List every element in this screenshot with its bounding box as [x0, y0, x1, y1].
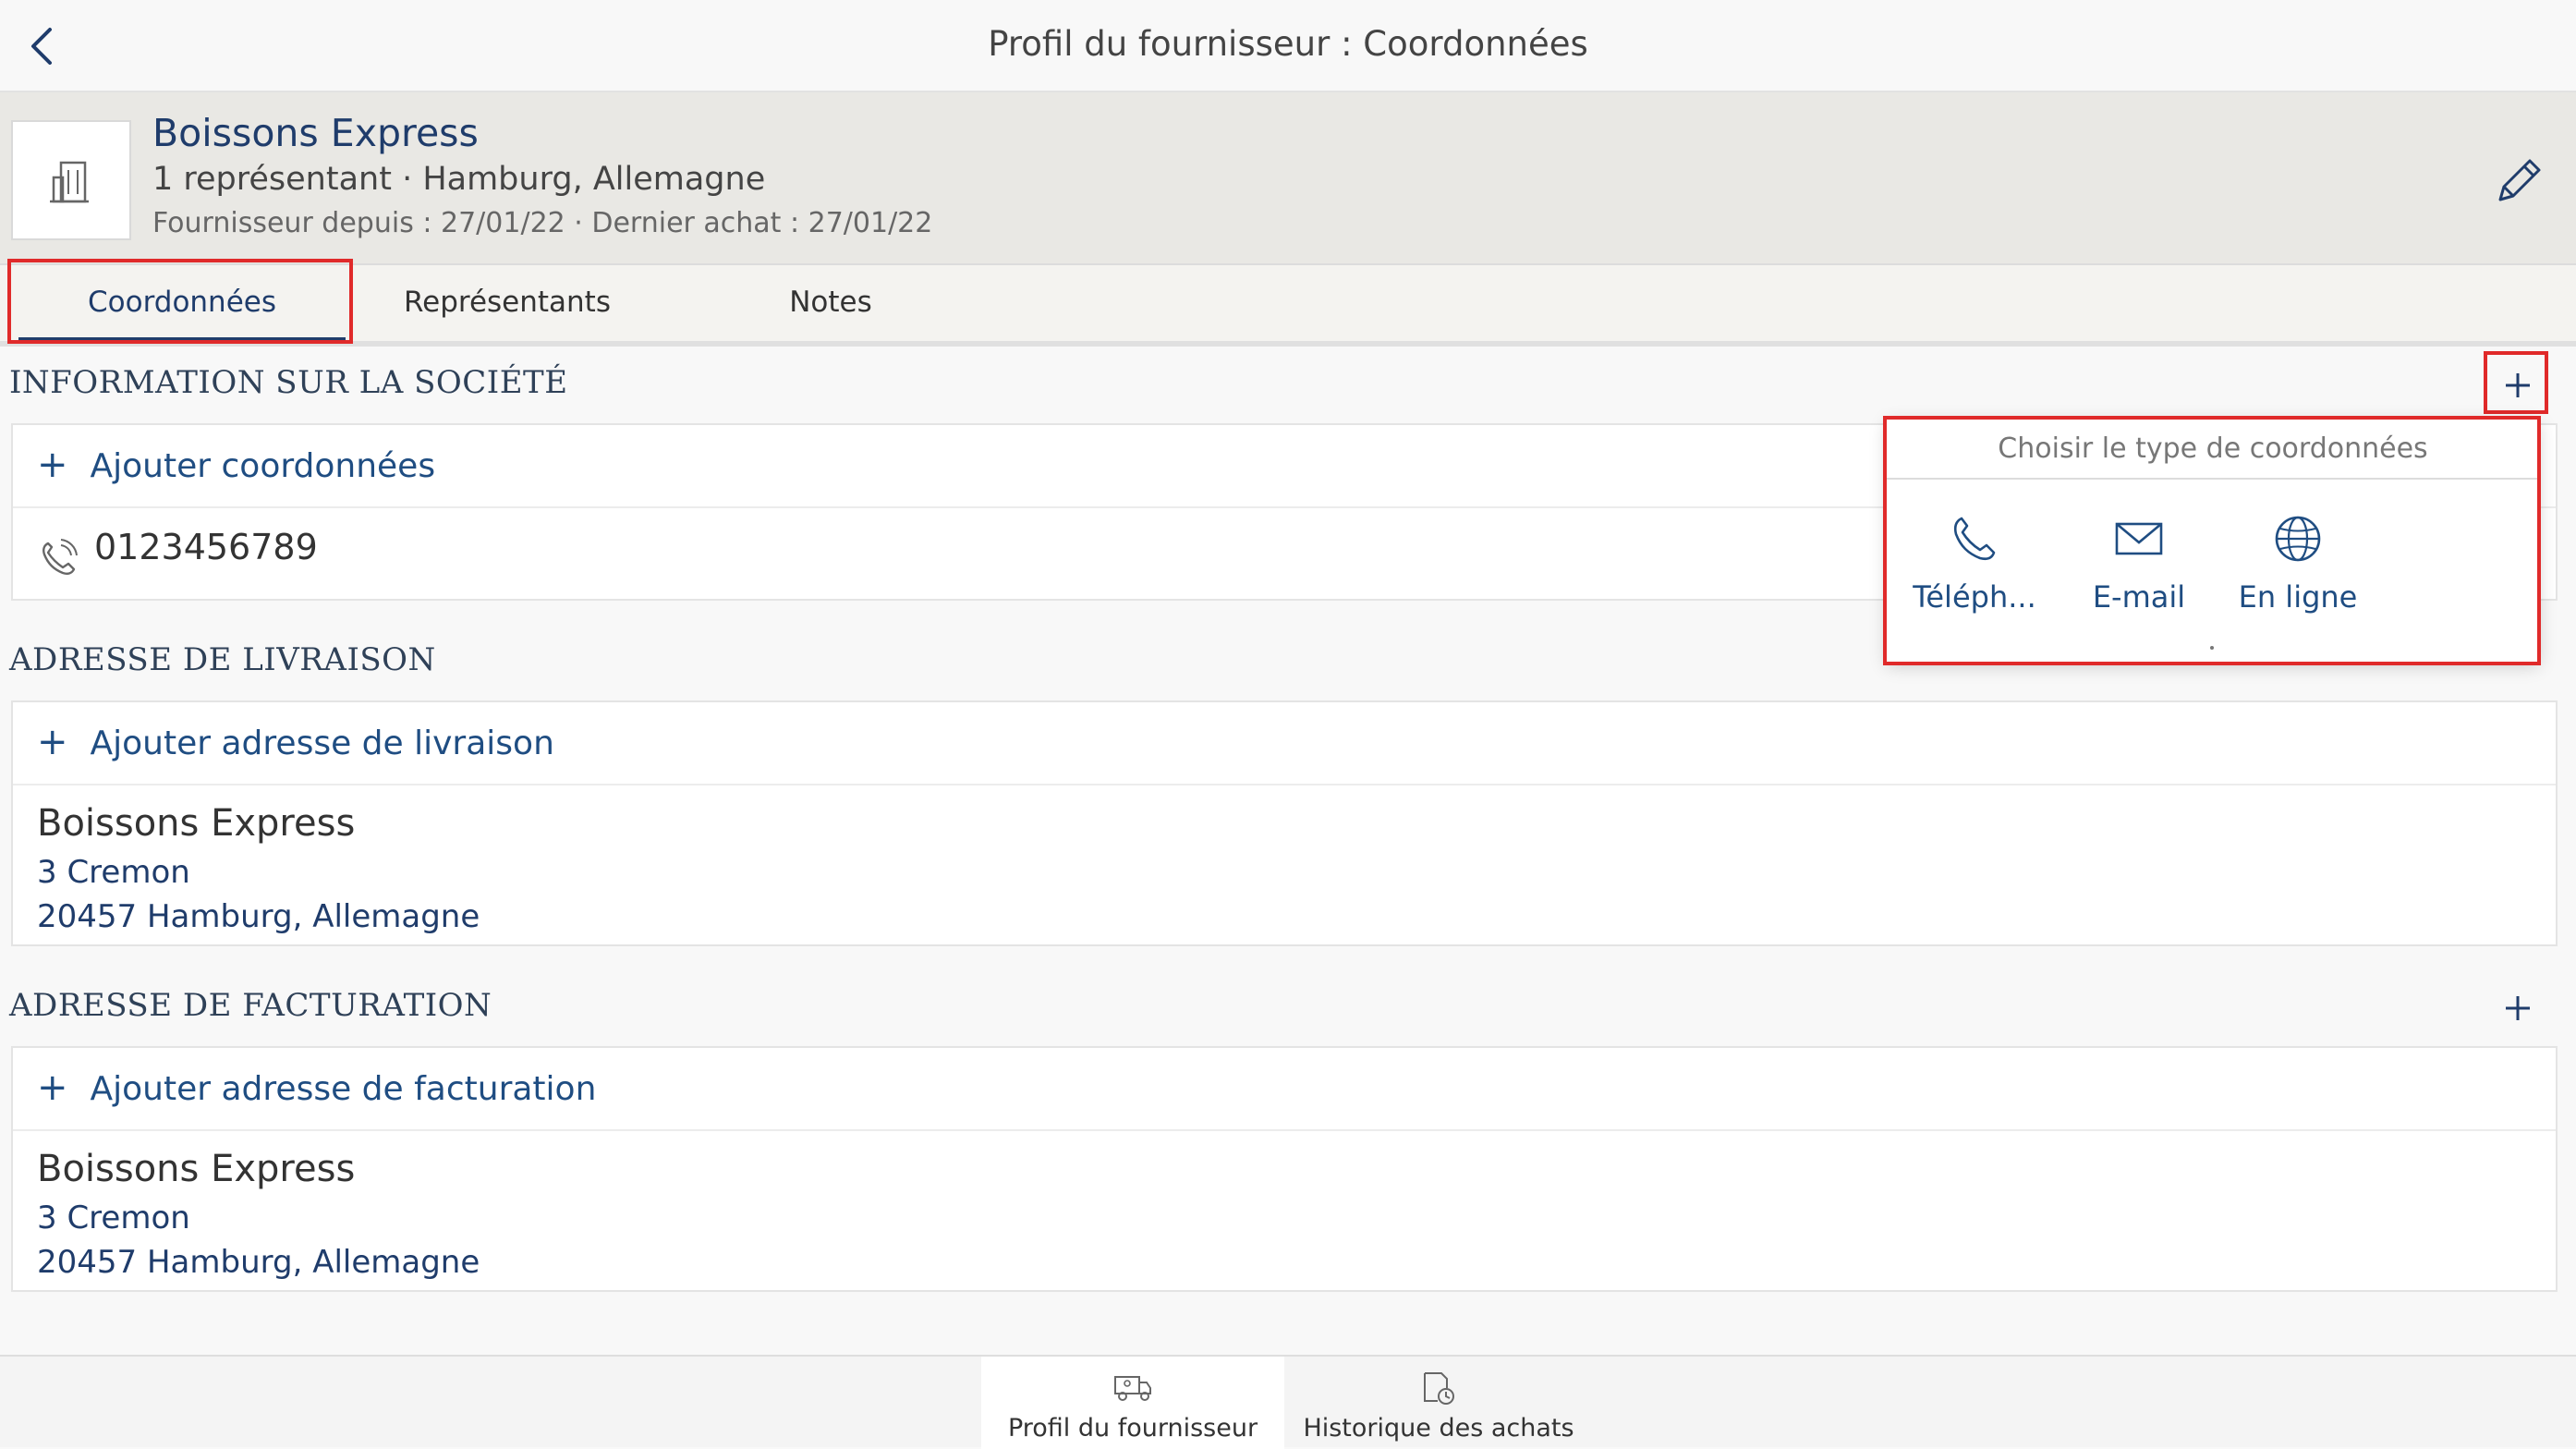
add-delivery-label: Ajouter adresse de livraison — [90, 724, 554, 762]
bottom-tab-bar: Profil du fournisseur Historique des ach… — [0, 1355, 2576, 1449]
add-billing-address-link[interactable]: + Ajouter adresse de facturation — [37, 1066, 596, 1109]
purchase-history-icon — [1424, 1372, 1454, 1405]
bottom-tab-supplier-profile-label: Profil du fournisseur — [1007, 1414, 1258, 1443]
billing-address-title: ADRESSE DE FACTURATION — [9, 987, 492, 1024]
add-billing-row: + Ajouter adresse de facturation — [13, 1048, 2556, 1131]
tab-representants[interactable]: Représentants — [346, 265, 669, 339]
billing-city: 20457 Hamburg, Allemagne — [37, 1244, 480, 1281]
delivery-address-entry[interactable]: Boissons Express 3 Cremon 20457 Hamburg,… — [13, 785, 2556, 946]
supplier-dates: Fournisseur depuis : 27/01/22 · Dernier … — [152, 207, 933, 239]
highlight-box-plus — [2484, 351, 2548, 414]
supplier-profile-icon — [1114, 1376, 1151, 1401]
delivery-address-card: + Ajouter adresse de livraison Boissons E… — [11, 700, 2558, 946]
tabs-divider — [0, 341, 2576, 347]
company-info-title: INFORMATION SUR LA SOCIÉTÉ — [9, 364, 568, 401]
bottom-tab-purchase-history-label: Historique des achats — [1303, 1414, 1574, 1443]
building-icon — [50, 161, 89, 203]
add-billing-address-button[interactable] — [2495, 985, 2541, 1031]
billing-address-entry[interactable]: Boissons Express 3 Cremon 20457 Hamburg,… — [13, 1131, 2556, 1292]
add-delivery-address-link[interactable]: + Ajouter adresse de livraison — [37, 721, 554, 763]
delivery-address-title: ADRESSE DE LIVRAISON — [9, 641, 436, 678]
add-contact-label: Ajouter coordonnées — [90, 447, 436, 485]
delivery-city: 20457 Hamburg, Allemagne — [37, 898, 480, 935]
pencil-icon — [2498, 159, 2541, 201]
top-navigation-bar: Profil du fournisseur : Coordonnées — [0, 0, 2576, 92]
highlight-box-popover — [1883, 416, 2541, 665]
bottom-tab-purchase-history[interactable]: Historique des achats — [1286, 1357, 1591, 1449]
tab-notes[interactable]: Notes — [669, 265, 992, 339]
section-tabs: Coordonnées Représentants Notes — [0, 265, 2576, 345]
highlight-box-tab — [7, 259, 353, 344]
phone-icon — [43, 539, 78, 575]
plus-icon: + — [37, 444, 68, 486]
add-contact-link[interactable]: + Ajouter coordonnées — [37, 444, 435, 486]
page-title: Profil du fournisseur : Coordonnées — [988, 24, 1588, 64]
phone-number: 0123456789 — [94, 527, 318, 567]
delivery-street: 3 Cremon — [37, 854, 190, 891]
supplier-avatar — [11, 120, 131, 240]
bottom-tab-supplier-profile[interactable]: Profil du fournisseur — [981, 1357, 1284, 1449]
supplier-meta: 1 représentant · Hamburg, Allemagne — [152, 161, 766, 198]
billing-address-card: + Ajouter adresse de facturation Boissons… — [11, 1046, 2558, 1292]
billing-company-name: Boissons Express — [37, 1148, 356, 1190]
add-delivery-row: + Ajouter adresse de livraison — [13, 702, 2556, 785]
plus-icon: + — [37, 721, 68, 763]
add-billing-label: Ajouter adresse de facturation — [90, 1070, 597, 1108]
delivery-company-name: Boissons Express — [37, 802, 356, 845]
plus-icon: + — [37, 1066, 68, 1109]
billing-street: 3 Cremon — [37, 1199, 190, 1236]
plus-icon — [2506, 996, 2530, 1020]
supplier-name: Boissons Express — [152, 111, 479, 155]
edit-supplier-button[interactable] — [2491, 152, 2548, 209]
